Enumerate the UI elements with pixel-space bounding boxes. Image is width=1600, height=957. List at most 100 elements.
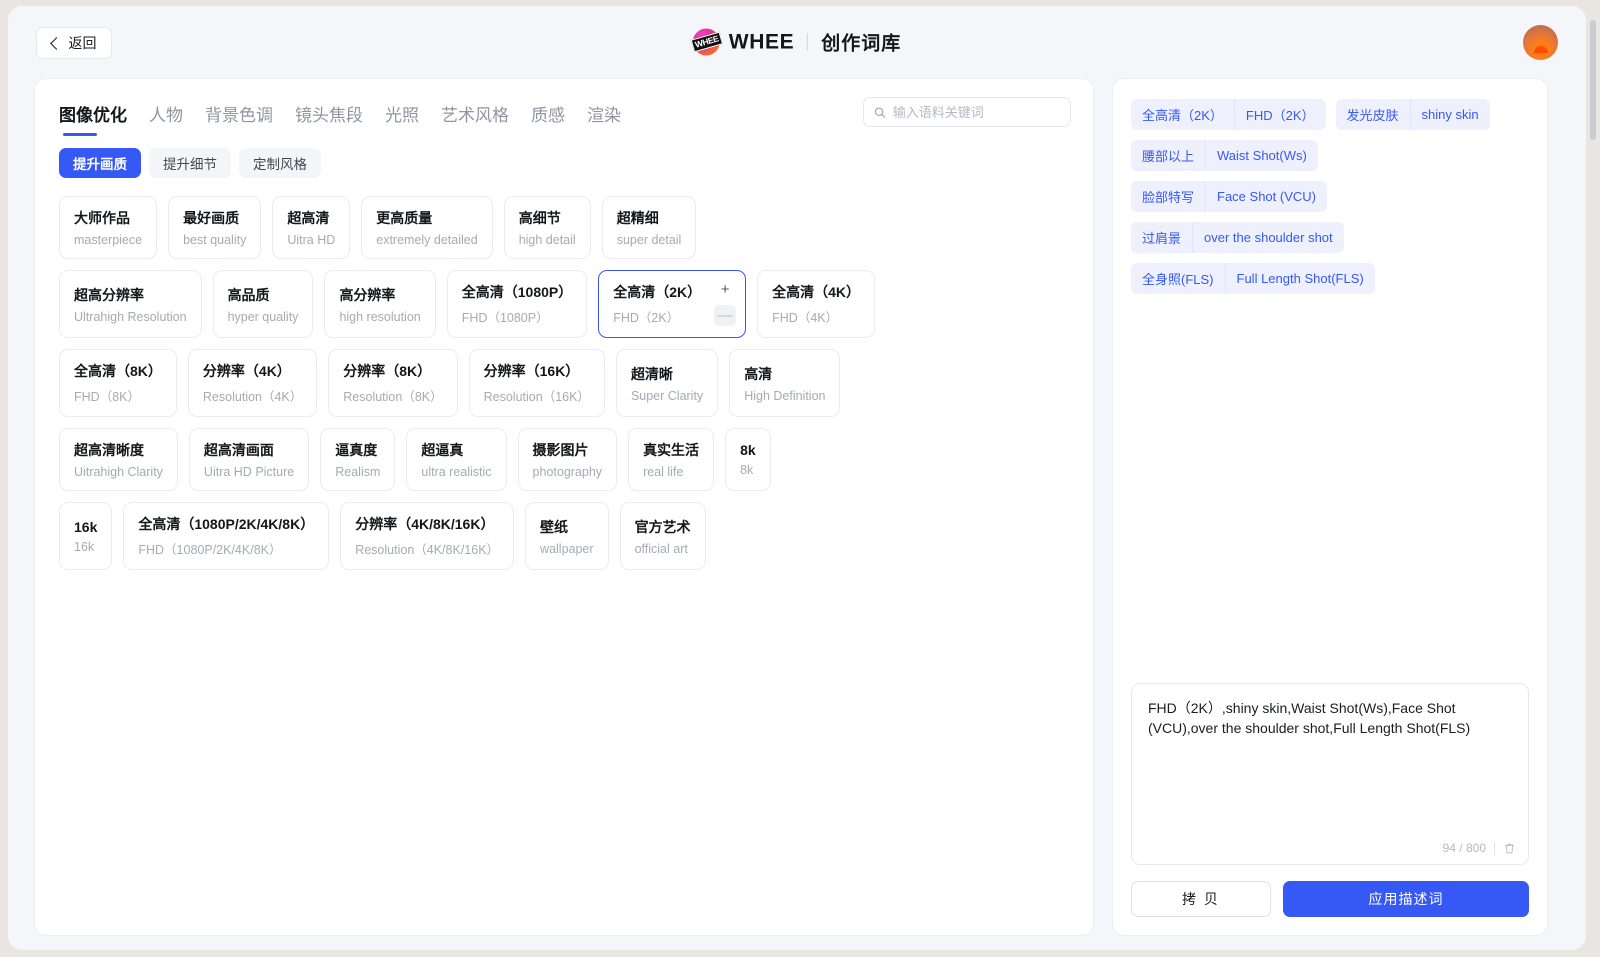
term-card-cn: 超高清晰度 <box>74 440 163 460</box>
selection-panel: 全高清（2K）FHD（2K） 发光皮肤shiny skin 腰部以上Waist Sh… <box>1112 78 1548 936</box>
decrease-weight-button[interactable]: — <box>714 305 736 326</box>
term-card[interactable]: 高品质hyper quality <box>213 270 314 338</box>
term-card[interactable]: 超高清Uitra HD <box>272 196 350 259</box>
main-content: 图像优化人物背景色调镜头焦段光照 艺术风格质感渲染 提升画质 提升细节 定制风格 大师… <box>8 78 1586 936</box>
term-card[interactable]: 全高清（4K）FHD（4K） <box>757 270 875 338</box>
selected-tag[interactable]: 全高清（2K）FHD（2K） <box>1131 99 1326 130</box>
trash-icon[interactable] <box>1503 842 1516 855</box>
term-card-cn: 高细节 <box>519 208 576 228</box>
library-panel: 图像优化人物背景色调镜头焦段光照 艺术风格质感渲染 提升画质 提升细节 定制风格 大师… <box>34 78 1094 936</box>
tab-4[interactable]: 光照 <box>385 101 441 138</box>
term-card[interactable]: 全高清（1080P/2K/4K/8K）FHD（1080P/2K/4K/8K） <box>123 502 329 570</box>
term-card[interactable]: 逼真度Realism <box>320 428 395 491</box>
term-card-cn: 全高清（8K） <box>74 361 162 381</box>
tag-row: 全高清（2K）FHD（2K） 发光皮肤shiny skin <box>1131 99 1529 130</box>
term-card[interactable]: 大师作品masterpiece <box>59 196 157 259</box>
term-card[interactable]: 超高分辨率Ultrahigh Resolution <box>59 270 202 338</box>
back-button[interactable]: 返回 <box>36 27 112 59</box>
search-box[interactable] <box>863 97 1071 127</box>
page-scrollbar-thumb[interactable] <box>1590 20 1596 140</box>
term-card-cn: 高清 <box>744 364 825 384</box>
tab-3[interactable]: 镜头焦段 <box>295 101 385 138</box>
term-card-row: 超高分辨率Ultrahigh Resolution高品质hyper qualit… <box>59 270 1071 338</box>
increase-weight-button[interactable]: + <box>714 279 736 300</box>
tab-label: 光照 <box>385 106 419 125</box>
term-card-en: 16k <box>74 540 97 554</box>
prompt-text: FHD（2K）,shiny skin,Waist Shot(Ws),Face S… <box>1148 698 1512 739</box>
copy-button[interactable]: 拷 贝 <box>1131 881 1271 917</box>
term-card-en: Resolution（16K） <box>484 386 590 405</box>
tab-1[interactable]: 人物 <box>149 101 205 138</box>
tab-7[interactable]: 渲染 <box>587 101 643 138</box>
selected-tag[interactable]: 过肩景over the shoulder shot <box>1131 222 1344 253</box>
term-card[interactable]: 高细节 high detail <box>504 196 591 259</box>
term-card-cn: 摄影图片 <box>533 440 603 460</box>
tag-en: shiny skin <box>1410 99 1490 130</box>
term-card-en: Resolution（4K） <box>203 386 302 405</box>
prompt-meta: 94 / 800 <box>1443 841 1516 855</box>
selected-tag[interactable]: 发光皮肤shiny skin <box>1336 99 1490 130</box>
term-card[interactable]: 全高清（2K）FHD（2K）+— <box>598 270 746 338</box>
term-card[interactable]: 分辨率（8K）Resolution（8K） <box>328 349 457 417</box>
term-card[interactable]: 官方艺术official art <box>620 502 706 570</box>
tab-0[interactable]: 图像优化 <box>59 101 149 138</box>
term-card[interactable]: 全高清（8K） FHD（8K） <box>59 349 177 417</box>
page-scrollbar-track[interactable] <box>1592 8 1598 948</box>
selected-tag[interactable]: 脸部特写Face Shot (VCU) <box>1131 181 1327 212</box>
term-card-en: masterpiece <box>74 233 142 247</box>
term-card[interactable]: 高分辨率high resolution <box>324 270 435 338</box>
prompt-textarea[interactable]: FHD（2K）,shiny skin,Waist Shot(Ws),Face S… <box>1131 683 1529 865</box>
tag-en: over the shoulder shot <box>1192 222 1344 253</box>
term-card-en: Realism <box>335 465 380 479</box>
tab-6[interactable]: 质感 <box>531 101 587 138</box>
term-card-en: FHD（8K） <box>74 386 162 405</box>
subtab-1[interactable]: 提升细节 <box>149 148 231 178</box>
term-card-cn: 全高清（2K） <box>613 282 701 302</box>
term-card[interactable]: 8k8k <box>725 428 771 491</box>
term-card-cn: 官方艺术 <box>635 517 691 537</box>
term-card[interactable]: 16k16k <box>59 502 112 570</box>
brand-lockup: WHEE WHEE 创作词库 <box>693 29 901 56</box>
term-card[interactable]: 超清晰Super Clarity <box>616 349 718 417</box>
selected-tag[interactable]: 全身照(FLS)Full Length Shot(FLS) <box>1131 263 1375 294</box>
tab-5[interactable]: 艺术风格 <box>441 101 531 138</box>
term-card-cn: 超清晰 <box>631 364 703 384</box>
term-card[interactable]: 最好画质best quality <box>168 196 261 259</box>
term-card[interactable]: 真实生活real life <box>628 428 714 491</box>
term-card[interactable]: 分辨率（4K）Resolution（4K） <box>188 349 317 417</box>
tag-en: FHD（2K） <box>1234 99 1326 130</box>
search-icon <box>874 106 886 119</box>
avatar[interactable] <box>1523 25 1558 60</box>
tab-2[interactable]: 背景色调 <box>205 101 295 138</box>
tag-cn: 脸部特写 <box>1131 181 1205 212</box>
term-card-cn: 超精细 <box>617 208 682 228</box>
term-card-cn: 全高清（4K） <box>772 282 860 302</box>
term-card[interactable]: 高清High Definition <box>729 349 840 417</box>
term-card[interactable]: 超精细super detail <box>602 196 697 259</box>
term-card-en: real life <box>643 465 699 479</box>
subtab-label: 提升细节 <box>163 153 217 173</box>
subtab-0[interactable]: 提升画质 <box>59 148 141 178</box>
term-card-cn: 分辨率（4K/8K/16K） <box>355 514 499 534</box>
term-card[interactable]: 超逼真ultra realistic <box>406 428 506 491</box>
term-card[interactable]: 全高清（1080P）FHD（1080P） <box>447 270 587 338</box>
search-input[interactable] <box>893 105 1060 120</box>
selected-tag[interactable]: 腰部以上Waist Shot(Ws) <box>1131 140 1318 171</box>
term-card-en: high detail <box>519 233 576 247</box>
apply-prompt-button[interactable]: 应用描述词 <box>1283 881 1529 917</box>
app-window: 返回 WHEE WHEE 创作词库 图像优化人物背景色调镜头焦段光照 艺术风格质感… <box>8 6 1586 950</box>
term-card[interactable]: 分辨率（4K/8K/16K）Resolution（4K/8K/16K） <box>340 502 514 570</box>
panel-footer: 拷 贝 应用描述词 <box>1113 865 1547 935</box>
term-card-en: Uitra HD <box>287 233 335 247</box>
subtab-2[interactable]: 定制风格 <box>239 148 321 178</box>
term-card[interactable]: 超高清晰度Uitrahigh Clarity <box>59 428 178 491</box>
term-card[interactable]: 壁纸wallpaper <box>525 502 609 570</box>
term-card[interactable]: 分辨率（16K）Resolution（16K） <box>469 349 605 417</box>
term-card-cn: 分辨率（8K） <box>343 361 442 381</box>
term-card-cn: 全高清（1080P） <box>462 282 572 302</box>
term-card[interactable]: 超高清画面Uitra HD Picture <box>189 428 309 491</box>
term-card[interactable]: 摄影图片photography <box>518 428 618 491</box>
term-card[interactable]: 更高质量extremely detailed <box>361 196 492 259</box>
term-card-row: 超高清晰度Uitrahigh Clarity超高清画面Uitra HD Pict… <box>59 428 1071 491</box>
term-card-cn: 超逼真 <box>421 440 491 460</box>
